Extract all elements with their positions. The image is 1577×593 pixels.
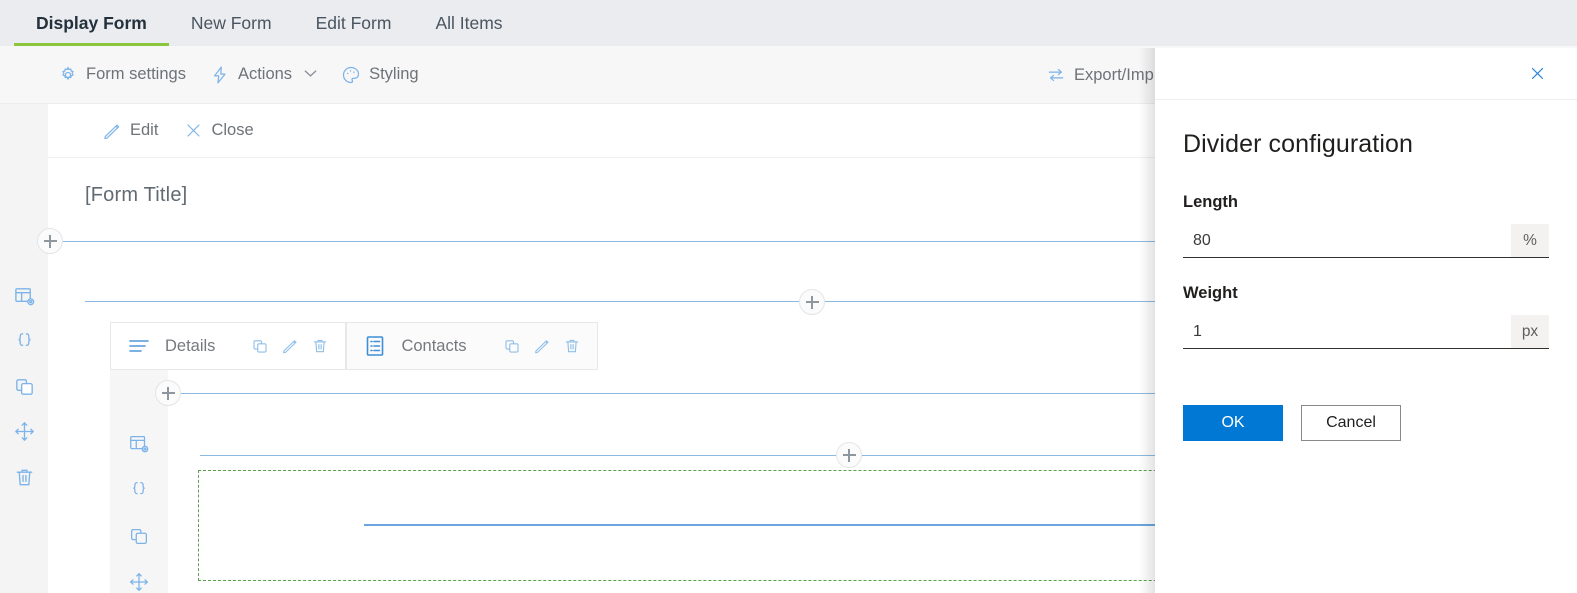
tab-new-form[interactable]: New Form [169, 0, 294, 46]
tab-edit-form-label: Edit Form [315, 12, 392, 33]
pencil-icon [102, 121, 122, 141]
add-element-plus-row2[interactable] [799, 289, 825, 315]
edit-button[interactable]: Edit [92, 115, 168, 147]
close-icon[interactable] [1521, 58, 1553, 90]
actions-label: Actions [237, 65, 293, 83]
tab-details-actions [251, 337, 329, 355]
weight-field-row: px [1183, 315, 1549, 349]
form-type-tabstrip: Display Form New Form Edit Form All Item… [0, 0, 1577, 46]
pencil-icon[interactable] [533, 337, 551, 355]
layout-settings-icon[interactable] [110, 425, 168, 463]
weight-label: Weight [1183, 284, 1238, 302]
form-tabs-control: Details Contacts [110, 322, 598, 370]
tab-display-form-label: Display Form [36, 12, 147, 33]
panel-action-buttons: OK Cancel [1183, 405, 1549, 441]
close-x-icon [184, 121, 203, 140]
tab-contacts[interactable]: Contacts [346, 322, 598, 370]
gear-icon [58, 65, 78, 85]
length-field-row: % [1183, 224, 1549, 258]
length-input[interactable] [1183, 224, 1511, 257]
copy-icon[interactable] [251, 337, 269, 355]
close-label: Close [211, 121, 254, 139]
lines-icon [127, 334, 151, 358]
tab-contacts-label: Contacts [401, 336, 467, 355]
tab-edit-form[interactable]: Edit Form [294, 0, 414, 46]
tab-details[interactable]: Details [110, 322, 347, 370]
trash-icon[interactable] [0, 458, 48, 496]
code-braces-icon[interactable] [110, 471, 168, 509]
add-element-plus-inner2[interactable] [836, 442, 862, 468]
styling-label: Styling [369, 65, 419, 83]
tab-details-label: Details [165, 336, 216, 355]
move-icon[interactable] [110, 563, 168, 593]
tab-new-form-label: New Form [190, 12, 272, 33]
copy-icon[interactable] [110, 517, 168, 555]
add-element-plus-inner1[interactable] [155, 380, 181, 406]
trash-icon[interactable] [311, 337, 329, 355]
form-settings-button[interactable]: Form settings [48, 59, 196, 91]
export-import-button[interactable]: Export/Imp [1036, 59, 1164, 91]
weight-field-group: Weight px [1183, 284, 1549, 349]
tab-display-form[interactable]: Display Form [14, 0, 169, 46]
length-label: Length [1183, 193, 1238, 211]
layout-settings-icon[interactable] [0, 277, 48, 315]
list-icon [363, 334, 387, 358]
ok-button[interactable]: OK [1183, 405, 1283, 441]
form-designer-app: Display Form New Form Edit Form All Item… [0, 0, 1577, 593]
chevron-down-icon [304, 69, 317, 81]
panel-title: Divider configuration [1183, 130, 1413, 158]
export-import-label: Export/Imp [1074, 65, 1154, 84]
palette-icon [341, 65, 361, 85]
copy-icon[interactable] [0, 367, 48, 405]
element-toolbar-rail [0, 104, 48, 593]
move-icon[interactable] [0, 412, 48, 450]
command-bar-right-group: Export/Imp [1036, 46, 1164, 104]
weight-input[interactable] [1183, 315, 1511, 348]
divider-configuration-panel: Divider configuration Length % Weight px… [1139, 48, 1577, 593]
trash-icon[interactable] [563, 337, 581, 355]
command-bar-left-group: Form settings Actions Styling [0, 59, 429, 91]
styling-button[interactable]: Styling [331, 59, 429, 91]
length-field-group: Length % [1183, 193, 1549, 258]
weight-unit-suffix: px [1511, 315, 1549, 348]
panel-header [1155, 48, 1577, 100]
panel-body: Divider configuration Length % Weight px… [1155, 100, 1577, 441]
lightning-icon [210, 65, 230, 85]
page-title: [Form Title] [85, 184, 188, 206]
close-button[interactable]: Close [174, 115, 263, 146]
cancel-button[interactable]: Cancel [1301, 405, 1401, 441]
tab-all-items[interactable]: All Items [413, 0, 524, 46]
pencil-icon[interactable] [281, 337, 299, 355]
code-braces-icon[interactable] [0, 322, 48, 360]
tab-contacts-actions [503, 337, 581, 355]
copy-icon[interactable] [503, 337, 521, 355]
tab-all-items-label: All Items [435, 12, 503, 33]
exchange-icon [1046, 65, 1066, 85]
edit-label: Edit [130, 121, 159, 139]
actions-menu-button[interactable]: Actions [200, 59, 327, 91]
add-element-plus-top[interactable] [37, 228, 63, 254]
form-settings-label: Form settings [86, 65, 186, 83]
length-unit-suffix: % [1511, 224, 1549, 257]
